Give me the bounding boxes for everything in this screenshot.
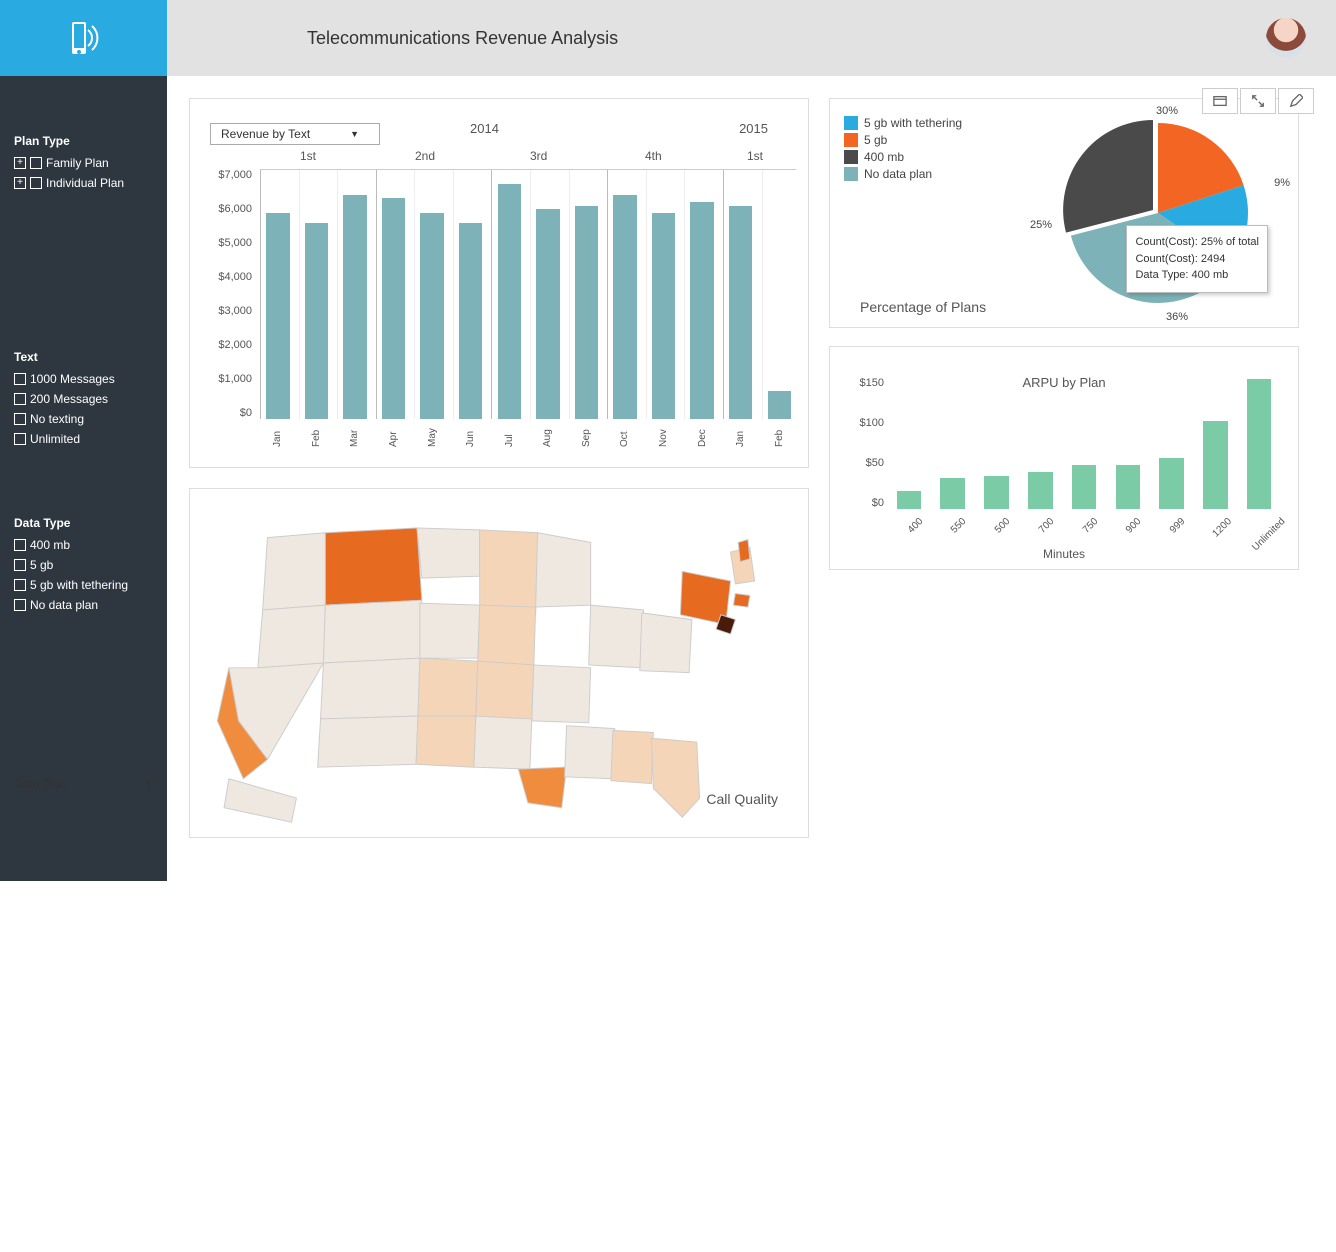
arpu-chart-card: ARPU by Plan $150$100$50$0 4005505007007… xyxy=(829,346,1299,570)
arpu-y-axis: $150$100$50$0 xyxy=(840,377,884,509)
filter-group-plan-type: Plan Type xyxy=(14,134,153,148)
checkbox-icon[interactable] xyxy=(14,559,26,571)
revenue-metric-dropdown[interactable]: Revenue by Text▼ xyxy=(210,123,380,145)
filter-group-data-type: Data Type xyxy=(14,516,153,530)
year-2015-label: 2015 xyxy=(739,121,768,136)
edit-button[interactable] xyxy=(1278,88,1314,114)
app-logo xyxy=(0,0,167,76)
revenue-bars: JanFebMarAprMayJunJulAugSepOctNovDecJanF… xyxy=(260,169,796,419)
checkbox-icon[interactable] xyxy=(14,579,26,591)
data-plan-dropdown[interactable]: Data Plan▼ xyxy=(14,777,154,791)
expand-icon[interactable]: + xyxy=(14,157,26,169)
checkbox-icon[interactable] xyxy=(14,599,26,611)
filter-400mb[interactable]: 400 mb xyxy=(14,538,153,552)
filter-family-plan[interactable]: +Family Plan xyxy=(14,156,153,170)
chevron-down-icon: ▼ xyxy=(350,129,359,139)
pie-title: Percentage of Plans xyxy=(860,299,986,315)
year-2014-label: 2014 xyxy=(470,121,499,136)
chevron-down-icon: ▼ xyxy=(144,779,154,790)
checkbox-icon[interactable] xyxy=(14,433,26,445)
checkbox-icon[interactable] xyxy=(30,157,42,169)
title-bar: Telecommunications Revenue Analysis xyxy=(167,0,1336,76)
checkbox-icon[interactable] xyxy=(14,539,26,551)
page-title: Telecommunications Revenue Analysis xyxy=(307,28,618,49)
arpu-x-label: Minutes xyxy=(1043,547,1085,561)
checkbox-icon[interactable] xyxy=(14,413,26,425)
card-toolbar xyxy=(1202,88,1314,114)
call-quality-map-card: Call Quality xyxy=(189,488,809,838)
expand-icon[interactable]: + xyxy=(14,177,26,189)
user-avatar[interactable] xyxy=(1266,18,1306,58)
checkbox-icon[interactable] xyxy=(14,373,26,385)
sidebar: Plan Type +Family Plan +Individual Plan … xyxy=(0,76,167,881)
filter-5gb[interactable]: 5 gb xyxy=(14,558,153,572)
legend-swatch xyxy=(844,133,858,147)
filter-group-text: Text xyxy=(14,350,153,364)
legend-swatch xyxy=(844,167,858,181)
filter-200-messages[interactable]: 200 Messages xyxy=(14,392,153,406)
filter-1000-messages[interactable]: 1000 Messages xyxy=(14,372,153,386)
filter-unlimited[interactable]: Unlimited xyxy=(14,432,153,446)
expand-button[interactable] xyxy=(1240,88,1276,114)
arpu-bars: 4005505007007509009991200Unlimited xyxy=(890,377,1278,509)
legend-swatch xyxy=(844,116,858,130)
pie-tooltip: Count(Cost): 25% of total Count(Cost): 2… xyxy=(1126,225,1268,293)
revenue-chart-card: Revenue by Text▼ 2014 2015 1st 2nd 3rd 4… xyxy=(189,98,809,468)
filter-5gb-tether[interactable]: 5 gb with tethering xyxy=(14,578,153,592)
dashboard-content: Revenue by Text▼ 2014 2015 1st 2nd 3rd 4… xyxy=(167,76,1336,881)
filter-no-texting[interactable]: No texting xyxy=(14,412,153,426)
pie-chart-card: 5 gb with tethering 5 gb 400 mb No data … xyxy=(829,98,1299,328)
app-header: Telecommunications Revenue Analysis xyxy=(0,0,1336,76)
revenue-y-axis: $7,000$6,000$5,000$4,000$3,000$2,000$1,0… xyxy=(202,169,252,419)
tab-new-button[interactable] xyxy=(1202,88,1238,114)
checkbox-icon[interactable] xyxy=(14,393,26,405)
legend-swatch xyxy=(844,150,858,164)
checkbox-icon[interactable] xyxy=(30,177,42,189)
map-title: Call Quality xyxy=(706,791,778,807)
filter-individual-plan[interactable]: +Individual Plan xyxy=(14,176,153,190)
us-map xyxy=(200,499,798,827)
filter-no-data-plan[interactable]: No data plan xyxy=(14,598,153,612)
